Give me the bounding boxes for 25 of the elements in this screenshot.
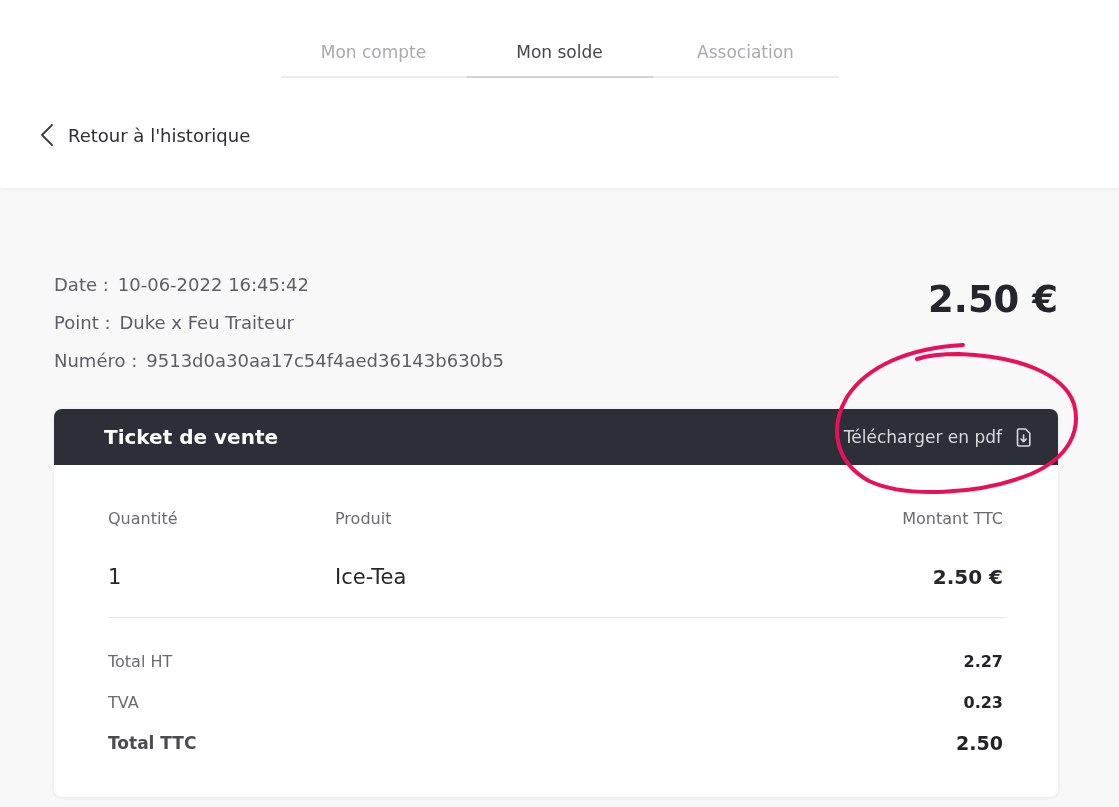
download-pdf-link[interactable]: Télécharger en pdf [843,427,1031,447]
product-cell-text: Ice-Tea [335,565,408,589]
detail-label: Numéro : [54,349,138,371]
total-label: TVA [108,692,139,712]
detail-value: 10-06-2022 16:45:42 [117,273,309,295]
column-header: Quantité [108,508,179,530]
quantity-cell-text: 1 [108,565,123,589]
total-amount: 2.50 € [928,278,1058,321]
detail-label: Point : [54,311,111,333]
total-label: Total HT [108,651,173,671]
receipt-title: Ticket de vente [104,425,278,449]
total-value: 2.27 [963,651,1003,671]
detail-label: Date : [54,273,109,295]
column-header: Produit [335,508,393,530]
amount-cell-text: 2.50 € [931,565,1003,589]
chevron-left-icon [40,123,54,147]
detail-value: 9513d0a30aa17c54f4aed36143b630b5 [146,349,504,371]
back-link[interactable]: Retour à l'historique [40,123,251,147]
file-download-icon [1016,427,1031,447]
total-label: Total TTC [108,733,197,753]
total-value: 2.50 [956,732,1003,754]
column-header: Montant TTC [902,508,1003,530]
nav-tab[interactable]: Mon solde [466,28,653,78]
total-value: 0.23 [963,692,1003,712]
detail-value: Duke x Feu Traiteur [119,311,294,333]
